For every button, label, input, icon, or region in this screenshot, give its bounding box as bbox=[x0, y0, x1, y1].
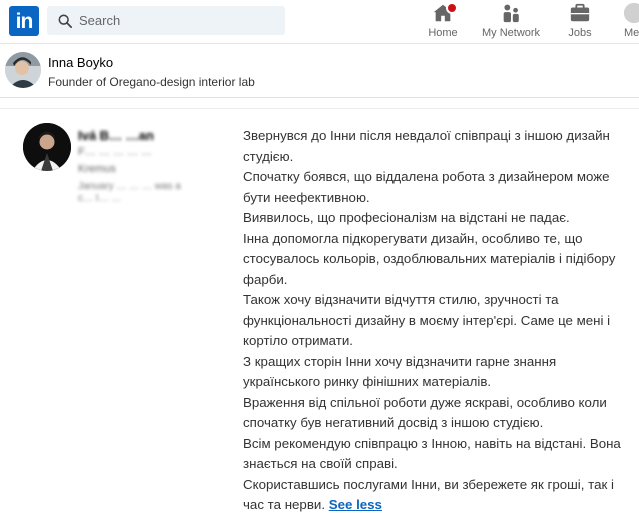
review-paragraph-text: Скориставшись послугами Інни, ви збереже… bbox=[243, 476, 614, 513]
search-box[interactable] bbox=[47, 6, 285, 35]
review-paragraph-last: Скориставшись послугами Інни, ви збереже… bbox=[243, 475, 637, 514]
review-paragraph: Спочатку боявся, що віддалена робота з д… bbox=[243, 169, 610, 205]
review-paragraph: Інна допомогла підкорегувати дизайн, осо… bbox=[243, 230, 616, 287]
nav-me[interactable]: Me bbox=[620, 2, 639, 42]
profile-avatar[interactable] bbox=[5, 52, 41, 88]
reviewer-headline: F… … … … … bbox=[78, 146, 152, 158]
nav-home[interactable]: Home bbox=[425, 2, 461, 42]
review-paragraph: З кращих сторін Інни хочу відзначити гар… bbox=[243, 353, 557, 390]
reviewer-avatar[interactable] bbox=[23, 123, 71, 171]
profile-header: Inna Boyko Founder of Oregano-design int… bbox=[0, 44, 639, 98]
recommendation-text: Звернувся до Інни після невдалої співпра… bbox=[243, 126, 637, 514]
linkedin-logo[interactable]: in bbox=[9, 6, 39, 36]
profile-name[interactable]: Inna Boyko bbox=[48, 55, 113, 70]
avatar-icon bbox=[623, 2, 639, 24]
profile-photo bbox=[5, 52, 41, 88]
nav-my-network[interactable]: My Network bbox=[482, 2, 540, 42]
network-icon bbox=[503, 4, 519, 23]
section-divider bbox=[0, 108, 639, 109]
review-paragraph: Враження від спільної роботи дуже яскрав… bbox=[243, 394, 607, 431]
nav-me-label: Me bbox=[624, 27, 639, 39]
review-paragraph: Звернувся до Інни після невдалої співпра… bbox=[243, 128, 610, 164]
review-paragraph: Виявилось, що професіоналізм на відстані… bbox=[243, 210, 570, 225]
review-paragraph: Всім рекомендую співпрацю з Інною, навіт… bbox=[243, 435, 621, 472]
profile-headline: Founder of Oregano-design interior lab bbox=[48, 75, 255, 89]
reviewer-name[interactable]: Ivá B… …an bbox=[78, 128, 154, 143]
nav-my-network-label: My Network bbox=[482, 27, 541, 39]
top-navigation-bar: in Home My Network Jobs bbox=[0, 0, 639, 44]
see-less-link[interactable]: See less bbox=[329, 497, 382, 512]
search-input[interactable] bbox=[79, 6, 279, 35]
nav-jobs-label: Jobs bbox=[568, 27, 592, 39]
nav-jobs[interactable]: Jobs bbox=[565, 2, 595, 42]
reviewer-company: Kremus bbox=[78, 163, 116, 175]
reviewer-relationship: c… I… … bbox=[78, 193, 122, 204]
reviewer-photo bbox=[23, 123, 71, 171]
nav-home-label: Home bbox=[428, 27, 458, 39]
notification-badge bbox=[446, 2, 458, 14]
search-icon bbox=[58, 14, 72, 28]
review-paragraph: Також хочу відзначити відчуття стилю, зр… bbox=[243, 292, 611, 348]
briefcase-icon bbox=[570, 3, 590, 22]
reviewer-date: January … … … was a bbox=[78, 181, 181, 192]
